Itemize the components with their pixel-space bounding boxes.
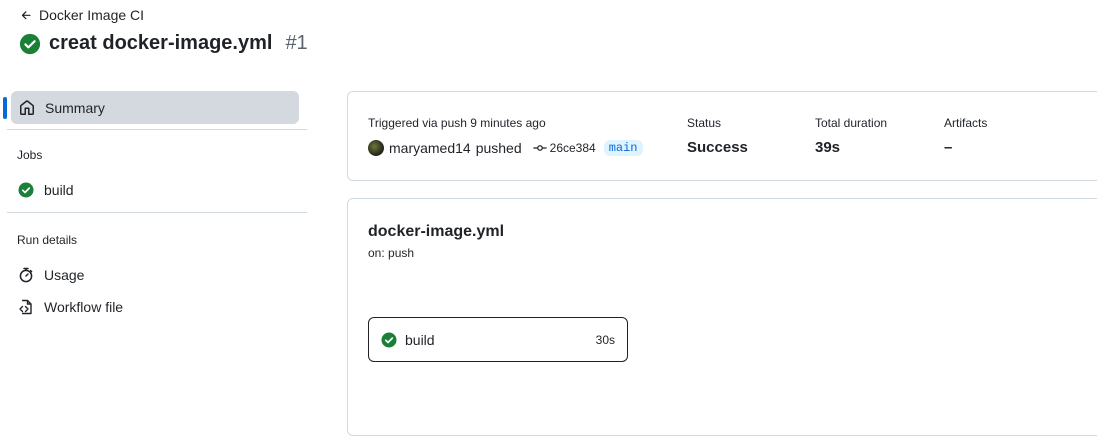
page-title: creat docker-image.yml [49, 32, 273, 54]
sidebar-item-usage[interactable]: Usage [0, 259, 307, 291]
commit-link[interactable]: 26ce384 [532, 141, 596, 155]
duration-value: 39s [815, 139, 841, 156]
jobs-heading: Jobs [17, 148, 43, 162]
branch-label[interactable]: main [603, 140, 643, 156]
sidebar-item-build[interactable]: build [0, 174, 307, 206]
arrow-left-icon [21, 10, 31, 19]
sidebar-item-workflow-file[interactable]: Workflow file [0, 291, 307, 323]
sidebar-item-label: Workflow file [44, 299, 124, 315]
back-link[interactable]: Docker Image CI [20, 7, 144, 23]
sidebar-item-label: build [44, 182, 74, 198]
check-circle-icon [381, 332, 397, 347]
run-summary-card: Triggered via push 9 minutes ago maryame… [347, 91, 1097, 181]
job-duration: 30s [595, 332, 615, 347]
job-node-build[interactable]: build 30s [368, 317, 628, 362]
file-code-icon [19, 299, 32, 315]
git-commit-icon [532, 145, 547, 151]
sidebar-item-label: Summary [45, 99, 105, 116]
run-details-heading: Run details [17, 233, 78, 247]
trigger-text: Triggered via push 9 minutes ago [368, 116, 546, 130]
page-title-row: creat docker-image.yml #1 [19, 32, 308, 55]
active-indicator [3, 97, 7, 119]
divider [7, 129, 307, 130]
stopwatch-icon [19, 267, 33, 283]
run-number: #1 [285, 32, 308, 54]
back-link-label: Docker Image CI [39, 7, 145, 23]
divider [7, 212, 307, 213]
job-name: build [405, 331, 435, 348]
check-circle-icon [18, 182, 34, 198]
home-icon [20, 99, 34, 115]
artifacts-value: – [944, 139, 953, 156]
workflow-trigger: on: push [368, 246, 415, 260]
workflow-file-name: docker-image.yml [368, 223, 505, 240]
artifacts-label: Artifacts [944, 116, 988, 130]
status-value: Success [687, 139, 748, 156]
commit-sha: 26ce384 [549, 141, 596, 155]
trigger-details: maryamed14 pushed 26ce384 main [368, 140, 643, 156]
sidebar-item-label: Usage [44, 267, 85, 283]
sidebar-item-summary[interactable]: Summary [3, 91, 299, 124]
check-circle-icon [19, 33, 41, 54]
sidebar: Summary Jobs build Run details Usage Wor… [0, 88, 307, 323]
workflow-graph-card: docker-image.yml on: push build 30s [347, 198, 1097, 436]
action-text: pushed [475, 140, 522, 156]
duration-label: Total duration [815, 116, 888, 130]
actor-link[interactable]: maryamed14 [389, 140, 471, 156]
status-label: Status [687, 116, 722, 130]
avatar[interactable] [368, 140, 384, 156]
